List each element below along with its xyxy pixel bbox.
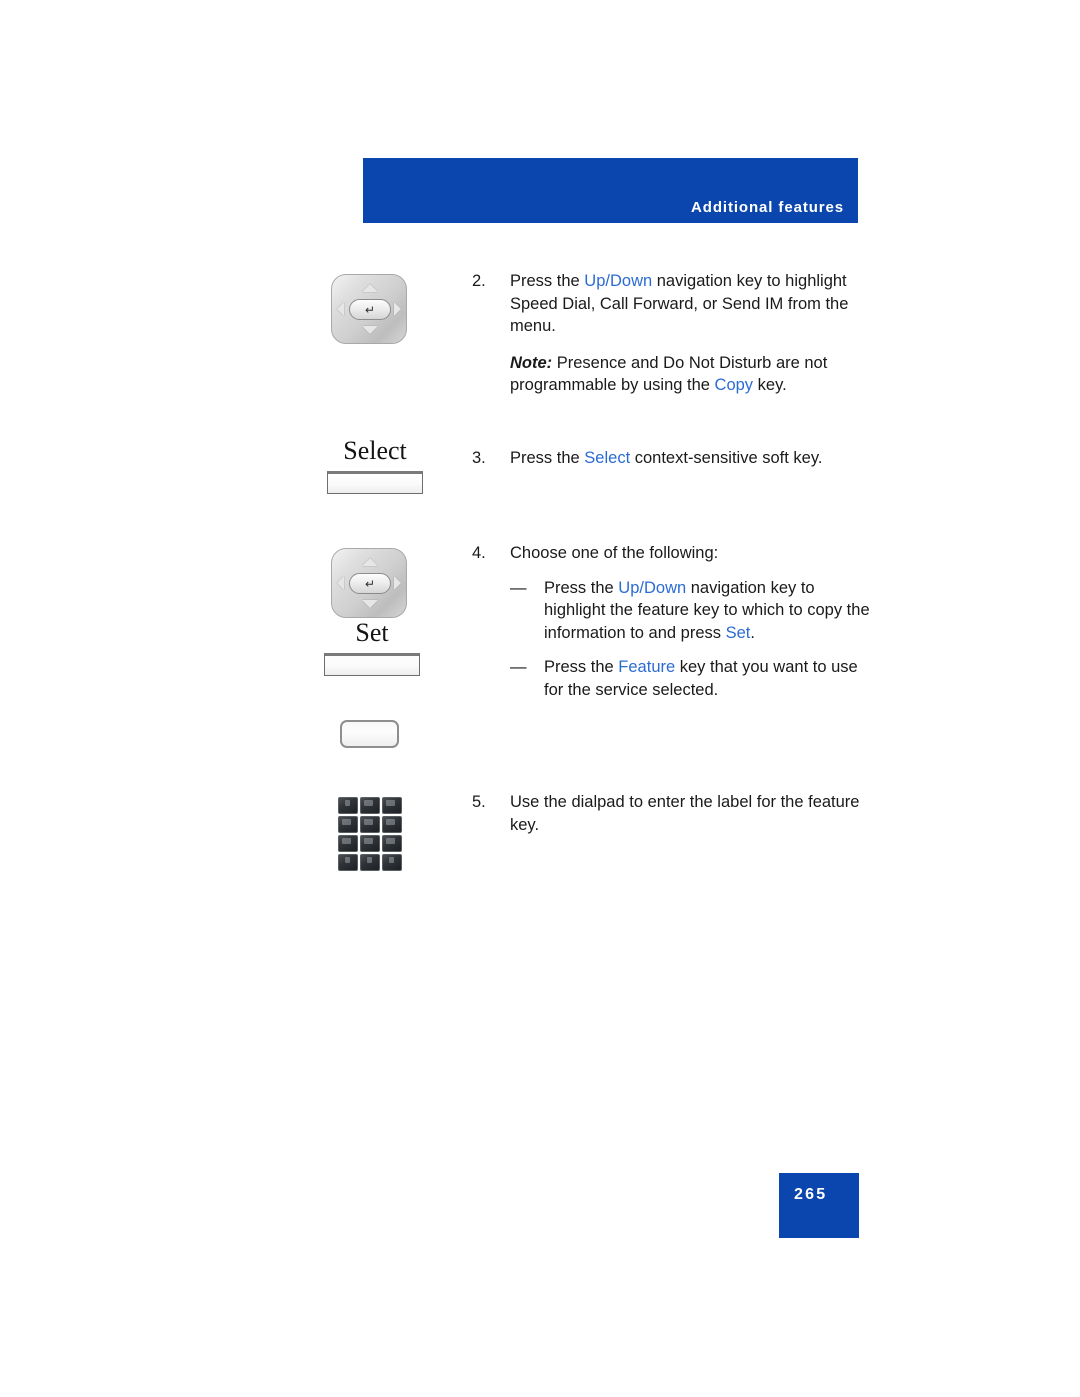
- step-4-bullets: — Press the Up/Down navigation key to hi…: [510, 577, 872, 702]
- step-4-row: 4. Choose one of the following:: [472, 542, 872, 565]
- step-4: 4. Choose one of the following: — Press …: [472, 542, 872, 701]
- feature-key-illustration: [340, 720, 399, 748]
- dialpad-key: [338, 854, 358, 871]
- nav-up-arrow-icon: [362, 284, 378, 292]
- dialpad-key: [360, 816, 380, 833]
- dialpad-key: [382, 797, 402, 814]
- step-4-bullet-2-text: Press the Feature key that you want to u…: [544, 658, 858, 699]
- soft-key-icon-2: [324, 653, 420, 676]
- dialpad-key: [338, 835, 358, 852]
- navigation-key-body-2: ↵: [331, 548, 407, 618]
- nav-right-arrow-icon: [394, 576, 401, 590]
- nav-right-arrow-icon: [394, 302, 401, 316]
- page-number-badge: 265: [779, 1173, 859, 1238]
- dialpad-illustration: [338, 797, 404, 871]
- step-5-row: 5. Use the dialpad to enter the label fo…: [472, 791, 872, 836]
- enter-arrow-icon: ↵: [364, 302, 376, 317]
- step-3-row: 3. Press the Select context-sensitive so…: [472, 447, 872, 470]
- dialpad-key: [360, 835, 380, 852]
- navigation-key-icon: ↵: [331, 274, 407, 344]
- page-header-banner: Additional features: [363, 158, 858, 223]
- step-2-note: Note: Presence and Do Not Disturb are no…: [510, 353, 828, 395]
- dialpad-key: [382, 816, 402, 833]
- step-5: 5. Use the dialpad to enter the label fo…: [472, 791, 872, 836]
- step-2-note-row: Note: Presence and Do Not Disturb are no…: [472, 338, 872, 397]
- navigation-key-icon-2: ↵: [331, 548, 407, 618]
- select-softkey-label: Select: [343, 436, 407, 465]
- page-header-title: Additional features: [691, 199, 844, 216]
- nav-left-arrow-icon: [337, 302, 344, 316]
- step-4-bullet-1: — Press the Up/Down navigation key to hi…: [510, 577, 872, 645]
- enter-arrow-icon: ↵: [364, 576, 376, 591]
- step-3: 3. Press the Select context-sensitive so…: [472, 447, 872, 470]
- step-4-bullet-1-mark: —: [510, 578, 527, 597]
- dialpad-key: [360, 797, 380, 814]
- nav-up-arrow-icon: [362, 558, 378, 566]
- dialpad-key: [382, 854, 402, 871]
- step-4-text: Choose one of the following:: [510, 544, 719, 562]
- note-label: Note:: [510, 353, 553, 372]
- dialpad-key: [338, 816, 358, 833]
- soft-key-icon: [327, 471, 423, 494]
- dialpad-icon: [338, 797, 404, 871]
- set-softkey-label: Set: [355, 618, 389, 647]
- nav-center-key: ↵: [349, 573, 391, 594]
- step-4-bullet-2-mark: —: [510, 658, 527, 676]
- step-3-number: 3.: [472, 449, 486, 467]
- document-page: Additional features ↵ Select ↵ Set 2. Pr…: [0, 0, 1080, 1397]
- step-2-number: 2.: [472, 272, 486, 290]
- step-4-bullet-1-text: Press the Up/Down navigation key to high…: [544, 578, 870, 642]
- page-number: 265: [794, 1186, 828, 1203]
- nav-down-arrow-icon: [362, 600, 378, 608]
- step-2-text: Press the Up/Down navigation key to high…: [510, 272, 849, 335]
- step-2: 2. Press the Up/Down navigation key to h…: [472, 270, 872, 397]
- feature-key-icon: [340, 720, 399, 748]
- step-2-row: 2. Press the Up/Down navigation key to h…: [472, 270, 872, 338]
- step-3-text: Press the Select context-sensitive soft …: [510, 449, 823, 467]
- navigation-key-body: ↵: [331, 274, 407, 344]
- dialpad-key: [338, 797, 358, 814]
- nav-down-arrow-icon: [362, 326, 378, 334]
- step-5-number: 5.: [472, 793, 486, 811]
- set-softkey-illustration: Set: [322, 618, 422, 676]
- dialpad-key: [360, 854, 380, 871]
- nav-center-key: ↵: [349, 299, 391, 320]
- nav-left-arrow-icon: [337, 576, 344, 590]
- step-5-text: Use the dialpad to enter the label for t…: [510, 793, 860, 834]
- dialpad-key: [382, 835, 402, 852]
- step-4-number: 4.: [472, 544, 486, 562]
- select-softkey-illustration: Select: [325, 436, 425, 494]
- step-4-bullet-2: — Press the Feature key that you want to…: [510, 656, 872, 701]
